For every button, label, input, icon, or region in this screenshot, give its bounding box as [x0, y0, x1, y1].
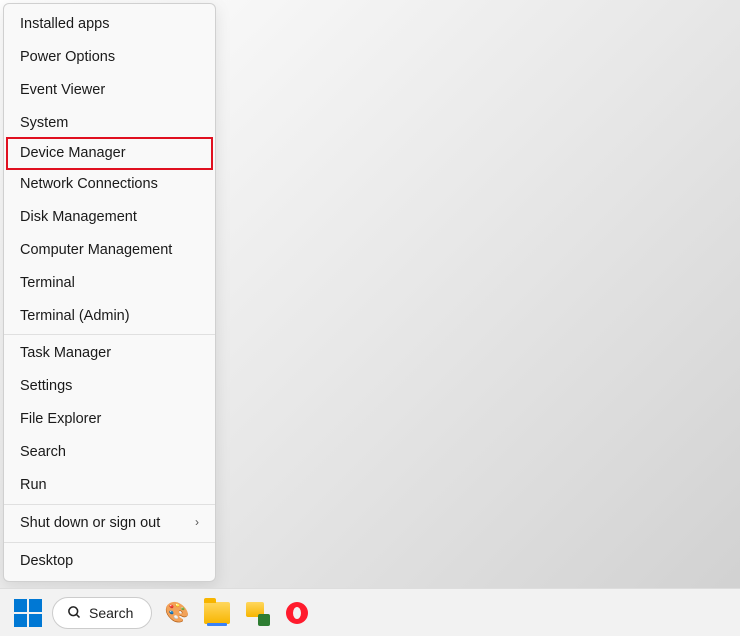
menu-item-label: Power Options [20, 48, 115, 67]
taskbar-app-file-explorer[interactable] [202, 598, 232, 628]
network-explorer-icon [246, 602, 268, 624]
chevron-right-icon: › [195, 515, 199, 531]
menu-item-label: Search [20, 443, 66, 462]
menu-item-terminal-admin[interactable]: Terminal (Admin) [4, 300, 215, 333]
menu-item-label: System [20, 114, 68, 133]
menu-item-settings[interactable]: Settings [4, 370, 215, 403]
menu-item-task-manager[interactable]: Task Manager [4, 337, 215, 370]
menu-item-label: Installed apps [20, 15, 109, 34]
search-icon [67, 605, 82, 620]
menu-separator [4, 334, 215, 335]
menu-item-desktop[interactable]: Desktop [4, 545, 215, 578]
menu-item-label: Disk Management [20, 208, 137, 227]
menu-item-label: Settings [20, 377, 72, 396]
menu-separator [4, 542, 215, 543]
search-label: Search [89, 605, 133, 621]
menu-item-label: Task Manager [20, 344, 111, 363]
menu-item-label: Shut down or sign out [20, 514, 160, 533]
menu-item-label: Run [20, 476, 47, 495]
menu-item-device-manager[interactable]: Device Manager [6, 137, 213, 170]
file-explorer-icon [204, 602, 230, 624]
menu-item-terminal[interactable]: Terminal [4, 267, 215, 300]
menu-separator [4, 504, 215, 505]
menu-item-label: Desktop [20, 552, 73, 571]
taskbar: Search 🎨 [0, 588, 740, 636]
menu-item-label: Device Manager [20, 144, 126, 163]
opera-icon [286, 602, 308, 624]
start-button[interactable] [14, 599, 42, 627]
menu-item-label: File Explorer [20, 410, 101, 429]
menu-item-network-connections[interactable]: Network Connections [4, 168, 215, 201]
winx-context-menu: Installed apps Power Options Event Viewer S… [3, 3, 216, 582]
taskbar-app-paint[interactable]: 🎨 [162, 598, 192, 628]
menu-item-power-options[interactable]: Power Options [4, 41, 215, 74]
menu-item-label: Terminal (Admin) [20, 307, 130, 326]
menu-item-installed-apps[interactable]: Installed apps [4, 8, 215, 41]
menu-item-run[interactable]: Run [4, 469, 215, 502]
menu-item-label: Terminal [20, 274, 75, 293]
taskbar-app-network-explorer[interactable] [242, 598, 272, 628]
menu-item-label: Computer Management [20, 241, 172, 260]
menu-item-event-viewer[interactable]: Event Viewer [4, 74, 215, 107]
paint-icon: 🎨 [165, 600, 190, 625]
menu-item-file-explorer[interactable]: File Explorer [4, 403, 215, 436]
menu-item-disk-management[interactable]: Disk Management [4, 201, 215, 234]
taskbar-search[interactable]: Search [52, 597, 152, 629]
taskbar-app-opera[interactable] [282, 598, 312, 628]
menu-item-computer-management[interactable]: Computer Management [4, 234, 215, 267]
menu-item-label: Event Viewer [20, 81, 105, 100]
menu-item-system[interactable]: System [4, 107, 215, 140]
menu-item-search[interactable]: Search [4, 436, 215, 469]
menu-item-shut-down-or-sign-out[interactable]: Shut down or sign out › [4, 507, 215, 540]
menu-item-label: Network Connections [20, 175, 158, 194]
